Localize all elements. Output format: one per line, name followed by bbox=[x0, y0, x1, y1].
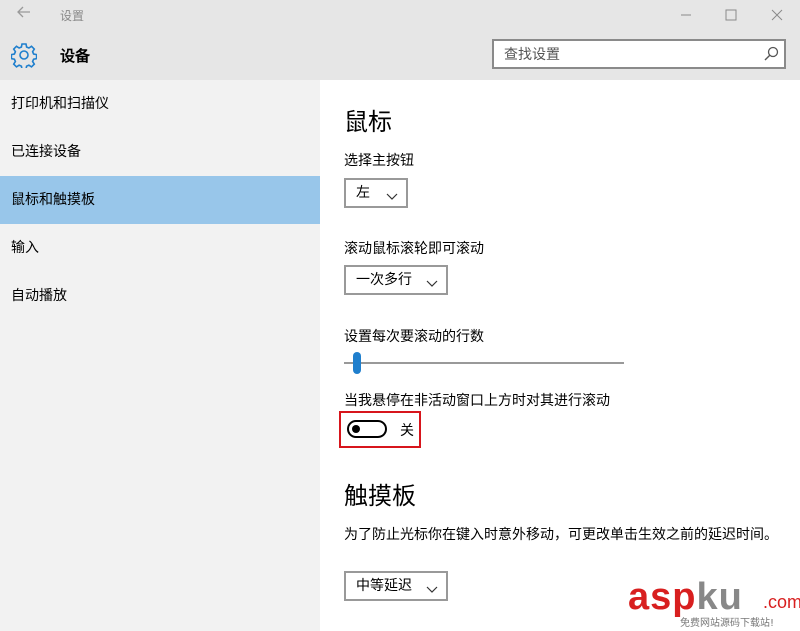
inactive-scroll-toggle[interactable] bbox=[347, 420, 387, 438]
toggle-knob bbox=[352, 425, 360, 433]
chevron-down-icon bbox=[425, 579, 439, 593]
search-input[interactable] bbox=[502, 45, 756, 65]
scroll-mode-dropdown[interactable]: 一次多行 bbox=[344, 265, 448, 295]
maximize-button[interactable] bbox=[713, 2, 749, 28]
watermark-domain: .com bbox=[763, 592, 800, 612]
highlight-box: 关 bbox=[339, 411, 421, 448]
touchpad-heading: 触摸板 bbox=[344, 482, 416, 510]
delay-dropdown[interactable]: 中等延迟 bbox=[344, 571, 448, 601]
main-content: 鼠标 选择主按钮 左 滚动鼠标滚轮即可滚动 一次多行 设置每次要滚动的行数 当我… bbox=[320, 80, 800, 631]
mouse-heading: 鼠标 bbox=[344, 108, 392, 136]
scroll-label: 滚动鼠标滚轮即可滚动 bbox=[344, 241, 484, 257]
sidebar-item-connected-devices[interactable]: 已连接设备 bbox=[0, 128, 320, 176]
chevron-down-icon bbox=[385, 186, 399, 200]
touchpad-description: 为了防止光标你在键入时意外移动，可更改单击生效之前的延迟时间。 bbox=[344, 527, 778, 543]
delay-value: 中等延迟 bbox=[356, 578, 412, 594]
gear-icon bbox=[10, 42, 38, 70]
back-arrow-icon[interactable] bbox=[12, 4, 36, 26]
search-box[interactable] bbox=[492, 39, 786, 69]
lines-slider-track[interactable] bbox=[344, 362, 624, 364]
sidebar-item-typing[interactable]: 输入 bbox=[0, 224, 320, 272]
watermark-brand: aspku bbox=[628, 576, 743, 618]
page-header: 设备 bbox=[0, 30, 800, 80]
sidebar: 打印机和扫描仪 已连接设备 鼠标和触摸板 输入 自动播放 bbox=[0, 80, 320, 631]
minimize-button[interactable] bbox=[668, 2, 704, 28]
toggle-state-label: 关 bbox=[400, 423, 414, 439]
sidebar-item-printers-scanners[interactable]: 打印机和扫描仪 bbox=[0, 80, 320, 128]
title-bar: 设置 bbox=[0, 0, 800, 30]
primary-button-dropdown[interactable]: 左 bbox=[344, 178, 408, 208]
sidebar-item-autoplay[interactable]: 自动播放 bbox=[0, 272, 320, 320]
close-button[interactable] bbox=[759, 2, 795, 28]
watermark-logo: aspku .com 免费网站源码下载站! bbox=[628, 576, 800, 629]
window-title: 设置 bbox=[60, 9, 85, 23]
sidebar-item-mouse-touchpad[interactable]: 鼠标和触摸板 bbox=[0, 176, 320, 224]
primary-button-value: 左 bbox=[356, 185, 370, 201]
chevron-down-icon bbox=[425, 273, 439, 287]
scroll-mode-value: 一次多行 bbox=[356, 272, 412, 288]
primary-button-label: 选择主按钮 bbox=[344, 153, 414, 169]
lines-slider-thumb[interactable] bbox=[353, 352, 362, 374]
lines-to-scroll-label: 设置每次要滚动的行数 bbox=[344, 329, 484, 345]
watermark-caption: 免费网站源码下载站! bbox=[680, 618, 775, 629]
page-title: 设备 bbox=[60, 47, 91, 65]
search-icon[interactable] bbox=[763, 46, 779, 62]
inactive-scroll-label: 当我悬停在非活动窗口上方时对其进行滚动 bbox=[344, 393, 610, 409]
